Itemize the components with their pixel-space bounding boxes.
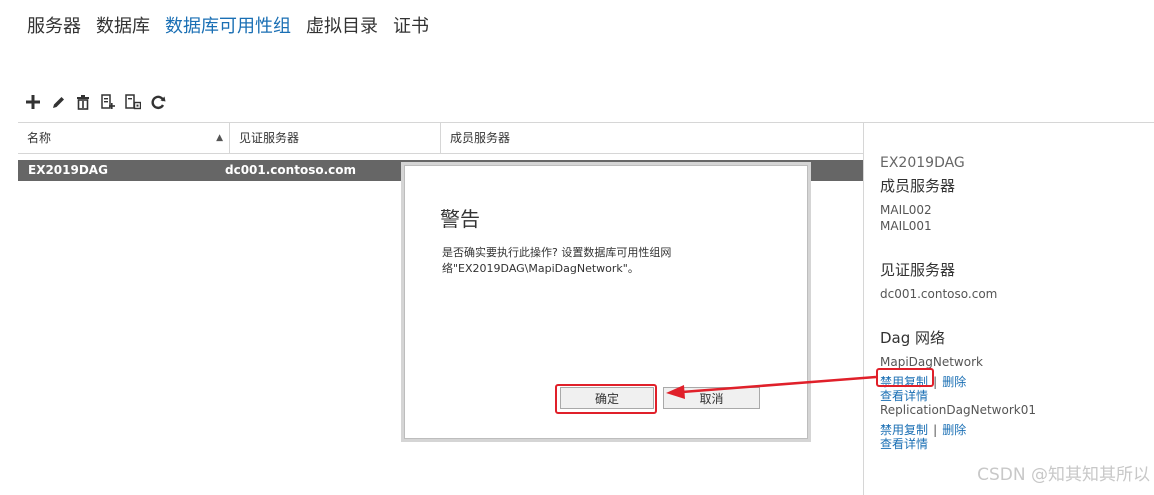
link-separator: | xyxy=(933,423,938,437)
column-header-members[interactable]: 成员服务器 xyxy=(441,123,863,153)
column-members-label: 成员服务器 xyxy=(450,131,511,145)
view-details-link[interactable]: 查看详情 xyxy=(880,435,928,452)
dialog-title: 警告 xyxy=(440,207,480,231)
edit-icon[interactable] xyxy=(47,92,69,112)
table-header: 名称 ▲ 见证服务器 成员服务器 xyxy=(18,123,863,153)
witness-icon[interactable] xyxy=(97,92,119,112)
nav-servers[interactable]: 服务器 xyxy=(27,12,81,38)
refresh-icon[interactable] xyxy=(147,92,169,112)
view-details-link[interactable]: 查看详情 xyxy=(880,387,928,404)
details-networks-heading: Dag 网络 xyxy=(880,329,946,347)
dialog-message: 是否确实要执行此操作? 设置数据库可用性组网络"EX2019DAG\MapiDa… xyxy=(442,246,672,275)
sort-ascending-icon: ▲ xyxy=(216,133,223,143)
nav-databases[interactable]: 数据库 xyxy=(96,12,150,38)
annotation-arrow-icon xyxy=(666,375,877,399)
table-header-border xyxy=(18,153,863,154)
watermark: CSDN @知其知其所以 xyxy=(977,465,1150,485)
details-members-heading: 成员服务器 xyxy=(880,177,956,195)
details-member-2: MAIL001 xyxy=(880,219,932,233)
details-witness-value: dc001.contoso.com xyxy=(880,287,998,301)
network-name-1: MapiDagNetwork xyxy=(880,355,983,369)
column-name-label: 名称 xyxy=(27,131,52,145)
top-nav: 服务器 数据库 数据库可用性组 虚拟目录 证书 xyxy=(27,12,444,38)
disable-link-highlight xyxy=(876,368,934,387)
column-witness-label: 见证服务器 xyxy=(239,131,300,145)
details-witness-heading: 见证服务器 xyxy=(880,261,956,279)
nav-certificates[interactable]: 证书 xyxy=(393,12,429,38)
details-member-1: MAIL002 xyxy=(880,203,932,217)
ok-button-highlight xyxy=(555,384,657,414)
add-icon[interactable] xyxy=(22,92,44,112)
row-name: EX2019DAG xyxy=(28,163,108,177)
nav-dag[interactable]: 数据库可用性组 xyxy=(165,12,291,38)
column-header-name[interactable]: 名称 ▲ xyxy=(18,123,230,153)
nav-virtual-directories[interactable]: 虚拟目录 xyxy=(306,12,378,38)
toolbar xyxy=(22,92,172,112)
members-icon[interactable] xyxy=(122,92,144,112)
delete-icon[interactable] xyxy=(72,92,94,112)
row-witness: dc001.contoso.com xyxy=(225,163,356,177)
delete-network-link[interactable]: 删除 xyxy=(942,423,966,437)
details-divider xyxy=(863,122,864,495)
network-name-2: ReplicationDagNetwork01 xyxy=(880,403,1036,417)
column-header-witness[interactable]: 见证服务器 xyxy=(230,123,441,153)
details-dag-name: EX2019DAG xyxy=(880,155,965,171)
delete-network-link[interactable]: 删除 xyxy=(942,375,966,389)
